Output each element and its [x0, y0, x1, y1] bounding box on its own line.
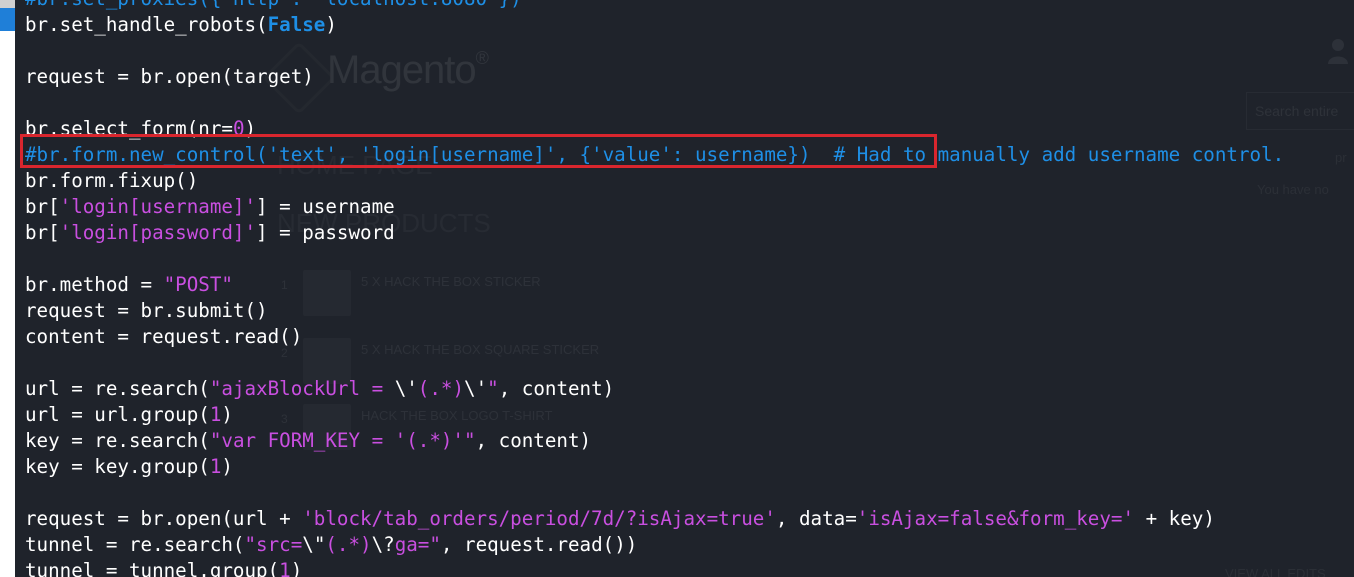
- code-token-number: 1: [279, 559, 291, 577]
- code-token-plain: ] = username: [256, 195, 395, 218]
- code-token-number: 0: [232, 117, 245, 140]
- left-window-edge: [0, 0, 15, 577]
- code-token-plain: br[: [25, 221, 60, 244]
- code-token-plain: ): [325, 13, 337, 36]
- code-token-plain: br.select_form(nr=: [25, 117, 233, 140]
- code-line[interactable]: #br.set_proxies({'http': 'localhost:8080…: [25, 0, 1284, 12]
- code-line[interactable]: br.set_handle_robots(False): [25, 12, 1284, 38]
- code-line[interactable]: tunnel = tunnel.group(1): [25, 558, 1284, 577]
- code-line[interactable]: key = key.group(1): [25, 454, 1284, 480]
- code-token-plain: , request.read()): [440, 533, 638, 556]
- code-line[interactable]: ​: [25, 38, 1284, 64]
- user-icon[interactable]: [1328, 38, 1348, 64]
- code-token-string: ga=": [394, 533, 441, 556]
- code-line[interactable]: content = request.read(): [25, 324, 1284, 350]
- code-token-plain: ): [221, 403, 233, 426]
- code-token-comment: #br.form.new_control('text', 'login[user…: [25, 143, 1285, 166]
- code-token-plain: key = re.search(: [25, 429, 210, 452]
- code-line[interactable]: key = re.search("var FORM_KEY = '(.*)'",…: [25, 428, 1284, 454]
- code-line[interactable]: ​: [25, 480, 1284, 506]
- code-token-number: 1: [209, 455, 222, 478]
- window-edge-top: [0, 0, 15, 8]
- code-token-plain: br[: [25, 195, 60, 218]
- code-token-string: 'login[password]': [59, 221, 257, 244]
- code-token-plain: url = url.group(: [25, 403, 210, 426]
- code-line[interactable]: request = br.submit(): [25, 298, 1284, 324]
- code-token-plain: key = key.group(: [25, 455, 210, 478]
- code-token-plain: br.method =: [25, 273, 164, 296]
- code-token-string: "var FORM_KEY = '(.*)'": [209, 429, 476, 452]
- code-token-string: "src=: [244, 533, 303, 556]
- code-line[interactable]: url = re.search("ajaxBlockUrl = \'(.*)\'…: [25, 376, 1284, 402]
- code-line[interactable]: br.form.fixup(): [25, 168, 1284, 194]
- code-token-plain: ] = password: [256, 221, 395, 244]
- code-token-plain: ): [221, 455, 233, 478]
- code-line[interactable]: br.method = "POST": [25, 272, 1284, 298]
- code-line[interactable]: url = url.group(1): [25, 402, 1284, 428]
- code-token-plain: , data=: [775, 507, 857, 530]
- code-line[interactable]: #br.form.new_control('text', 'login[user…: [25, 142, 1284, 168]
- window-edge-accent: [0, 8, 15, 31]
- code-token-plain: , content): [498, 377, 615, 400]
- code-token-plain: ): [244, 117, 257, 140]
- code-token-plain: \": [302, 533, 326, 556]
- code-token-string: 'login[username]': [59, 195, 257, 218]
- code-token-plain: br.set_handle_robots(: [25, 13, 268, 36]
- code-token-plain: content = request.read(): [25, 325, 303, 348]
- code-line[interactable]: tunnel = re.search("src=\"(.*)\?ga=", re…: [25, 532, 1284, 558]
- code-line[interactable]: ​: [25, 90, 1284, 116]
- code-token-plain: ): [290, 559, 303, 577]
- code-token-plain: , content): [475, 429, 592, 452]
- code-token-string: (.*): [417, 377, 465, 400]
- code-token-string: "ajaxBlockUrl =: [209, 377, 395, 400]
- code-token-plain: tunnel = re.search(: [25, 533, 245, 556]
- code-token-plain: request = br.open(target): [25, 65, 314, 88]
- code-token-plain: request = br.open(url +: [25, 507, 303, 530]
- code-line[interactable]: request = br.open(target): [25, 64, 1284, 90]
- code-line[interactable]: br['login[password]'] = password: [25, 220, 1284, 246]
- code-line[interactable]: ​: [25, 246, 1284, 272]
- code-line[interactable]: request = br.open(url + 'block/tab_order…: [25, 506, 1284, 532]
- code-token-plain: + key): [1134, 507, 1215, 530]
- code-token-string: 'block/tab_orders/period/7d/?isAjax=true…: [302, 507, 776, 530]
- screen: Magento® HOME PAGE NEW PRODUCTS Search e…: [0, 0, 1354, 577]
- code-token-string: "POST": [163, 273, 233, 296]
- code-token-plain: request = br.submit(): [25, 299, 268, 322]
- code-token-number: 1: [209, 403, 222, 426]
- code-token-comment: #br.set_proxies({'http': 'localhost:8080…: [25, 0, 522, 10]
- code-token-string: (.*): [325, 533, 372, 556]
- code-token-plain: url = re.search(: [25, 377, 210, 400]
- code-line[interactable]: ​: [25, 350, 1284, 376]
- python-code-block[interactable]: #br.set_proxies({'http': 'localhost:8080…: [25, 0, 1284, 577]
- code-editor-window[interactable]: Magento® HOME PAGE NEW PRODUCTS Search e…: [15, 0, 1354, 577]
- sidebar-text-fragment: pr: [1335, 150, 1347, 165]
- code-line[interactable]: br.select_form(nr=0): [25, 116, 1284, 142]
- code-token-bool: False: [267, 13, 326, 36]
- code-token-plain: \?: [371, 533, 395, 556]
- code-token-plain: br.form.fixup(): [25, 169, 199, 192]
- code-token-plain: \': [464, 377, 488, 400]
- code-line[interactable]: br['login[username]'] = username: [25, 194, 1284, 220]
- code-token-plain: \': [394, 377, 418, 400]
- code-token-string: 'isAjax=false&form_key=': [856, 507, 1135, 530]
- code-token-plain: tunnel = tunnel.group(: [25, 559, 280, 577]
- code-token-string: ": [487, 377, 499, 400]
